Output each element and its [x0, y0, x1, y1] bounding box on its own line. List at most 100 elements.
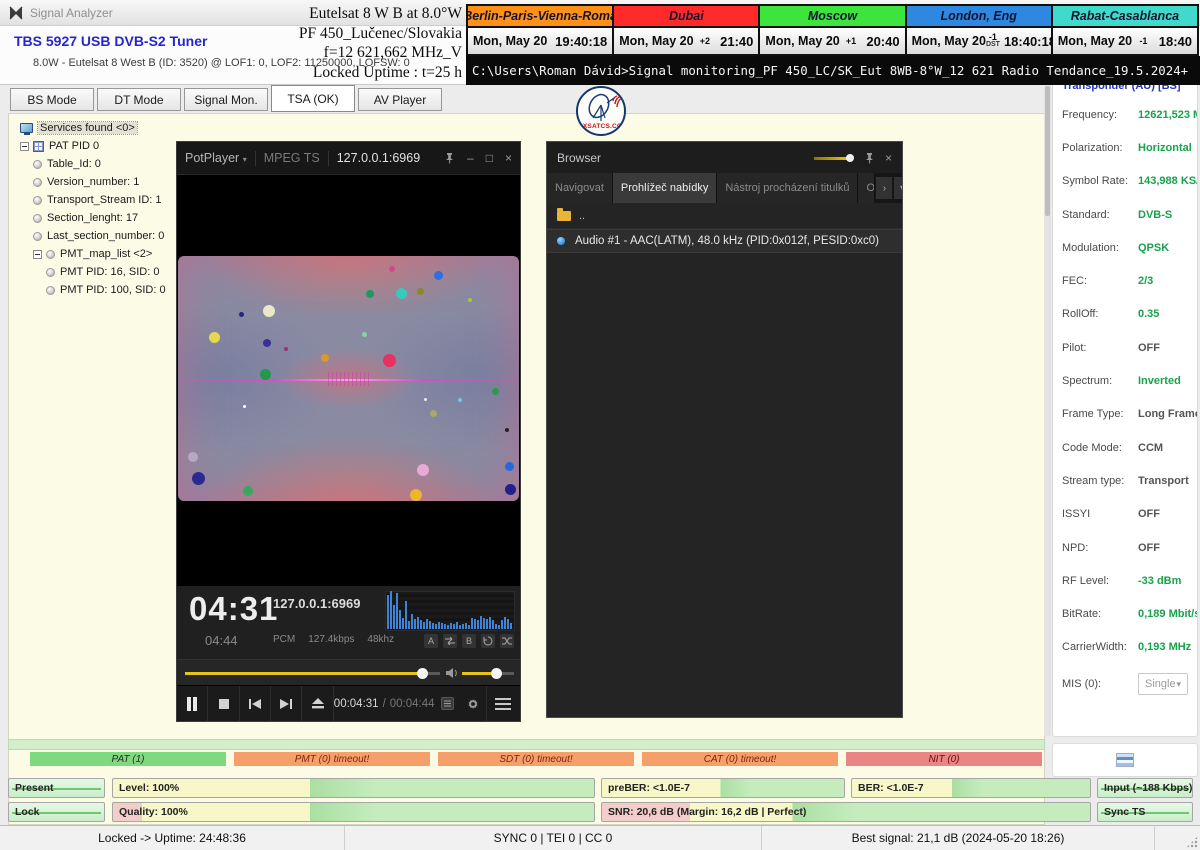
- ab-a-button[interactable]: A: [424, 634, 438, 648]
- folder-path-row[interactable]: ..: [547, 203, 902, 229]
- previous-button[interactable]: [240, 686, 271, 721]
- potplayer-window: PotPlayer ▾ MPEG TS 127.0.0.1:6969 – □ ×…: [176, 141, 521, 722]
- resize-grip[interactable]: [1186, 836, 1198, 848]
- tab-tsa-ok-[interactable]: TSA (OK): [271, 85, 355, 112]
- opacity-slider[interactable]: [814, 153, 854, 163]
- seek-handle[interactable]: [417, 668, 428, 679]
- clock-offset: -1: [1139, 38, 1147, 45]
- menu-button[interactable]: [486, 686, 520, 721]
- settings-gear-button[interactable]: [460, 686, 486, 721]
- scrollbar-thumb[interactable]: [1045, 86, 1050, 216]
- samplerate-label: 48khz: [367, 634, 394, 645]
- panel-scrollbar[interactable]: [1044, 86, 1051, 736]
- close-button[interactable]: ×: [885, 151, 892, 165]
- viz-dot: [243, 405, 246, 408]
- tab-av-player[interactable]: AV Player: [358, 88, 442, 111]
- time-duration: 00:04:44: [390, 698, 435, 710]
- viz-dot: [417, 464, 429, 476]
- tab-signal-mon-[interactable]: Signal Mon.: [184, 88, 268, 111]
- swap-icon[interactable]: [443, 634, 457, 648]
- mis-select[interactable]: Single ▾: [1138, 673, 1188, 695]
- playlist-button[interactable]: [435, 686, 461, 721]
- pin-icon[interactable]: [864, 152, 875, 164]
- terminal-titlebar: C:\Users\Roman Dávid>Signal monitoring_P…: [466, 56, 1200, 85]
- tree-item[interactable]: Table_Id: 0: [20, 155, 166, 173]
- clock-time: 18:40:18: [1000, 34, 1056, 49]
- potplayer-menu[interactable]: PotPlayer ▾: [185, 151, 247, 165]
- transponder-label: Code Mode:: [1062, 442, 1138, 454]
- next-button[interactable]: [271, 686, 302, 721]
- collapse-expander[interactable]: [20, 142, 29, 151]
- transponder-value: 12621,523 MHz: [1138, 109, 1198, 121]
- clock-city: Dubai: [614, 6, 758, 28]
- time-separator: /: [383, 698, 386, 710]
- tree-indent: [20, 236, 33, 237]
- stream-bullet-icon: [557, 237, 565, 245]
- browser-tab-3[interactable]: Nástroj procházení titulků: [717, 173, 858, 203]
- seek-bar-rest[interactable]: [427, 672, 440, 675]
- transponder-row: Standard:DVB-S: [1062, 198, 1188, 231]
- pin-icon[interactable]: [444, 152, 455, 164]
- seek-bar[interactable]: [185, 672, 422, 675]
- status-sync-counters: SYNC 0 | TEI 0 | CC 0: [345, 826, 762, 850]
- browser-titlebar[interactable]: Browser ×: [547, 142, 902, 173]
- tab-list-dropdown-icon[interactable]: ▾: [894, 177, 902, 199]
- browser-tab-4[interactable]: Online Subs: [858, 173, 875, 203]
- potplayer-titlebar[interactable]: PotPlayer ▾ MPEG TS 127.0.0.1:6969 – □ ×: [177, 142, 520, 175]
- tree-item[interactable]: Version_number: 1: [20, 173, 166, 191]
- clock-offset: -1DST: [986, 34, 1000, 48]
- psi-timeout-segment: PMT (0) timeout!: [234, 752, 430, 766]
- volume-icon[interactable]: [446, 667, 459, 679]
- tree-item[interactable]: Transport_Stream ID: 1: [20, 191, 166, 209]
- transponder-label: RollOff:: [1062, 308, 1138, 320]
- browser-tab-2[interactable]: Prohlížeč nabídky: [613, 173, 717, 203]
- repeat-icon[interactable]: [481, 634, 495, 648]
- tree-item[interactable]: Last_section_number: 0: [20, 227, 166, 245]
- transponder-row: RF Level:-33 dBm: [1062, 564, 1188, 597]
- clock-city: London, Eng: [907, 6, 1051, 28]
- close-button[interactable]: ×: [505, 151, 512, 165]
- eject-button[interactable]: [302, 686, 333, 721]
- tree-item[interactable]: PMT_map_list <2>: [20, 245, 166, 263]
- volume-bar-rest[interactable]: [500, 672, 514, 675]
- stop-button[interactable]: [208, 686, 239, 721]
- divider: [328, 151, 329, 166]
- table-view-button[interactable]: [1052, 743, 1198, 777]
- stream-list-item[interactable]: Audio #1 - AAC(LATM), 48.0 kHz (PID:0x01…: [547, 229, 902, 253]
- tree-item[interactable]: Services found <0>: [20, 119, 166, 137]
- audio-visualization: [178, 256, 519, 501]
- transponder-value: -33 dBm: [1138, 575, 1181, 587]
- transponder-row: Polarization:Horizontal: [1062, 131, 1188, 164]
- app-icon: [8, 5, 24, 21]
- tree-item[interactable]: PMT PID: 16, SID: 0: [20, 263, 166, 281]
- transponder-value: 143,988 KS/s: [1138, 175, 1198, 187]
- ab-b-button[interactable]: B: [462, 634, 476, 648]
- tab-bs-mode[interactable]: BS Mode: [10, 88, 94, 111]
- minimize-button[interactable]: –: [467, 151, 474, 165]
- transponder-label: NPD:: [1062, 542, 1138, 554]
- tree-item[interactable]: PAT PID 0: [20, 137, 166, 155]
- transponder-label: BitRate:: [1062, 608, 1138, 620]
- clock-3: MoscowMon, May 20+120:40: [760, 6, 906, 54]
- node-bullet-icon: [33, 196, 42, 205]
- volume-handle[interactable]: [491, 668, 502, 679]
- viz-dot: [260, 369, 271, 380]
- viz-dot: [468, 298, 472, 302]
- tab-dt-mode[interactable]: DT Mode: [97, 88, 181, 111]
- tree-item[interactable]: PMT PID: 100, SID: 0: [20, 281, 166, 299]
- clock-date: Mon, May 20: [619, 34, 693, 48]
- clock-offset: +1: [846, 38, 856, 45]
- tree-item[interactable]: Section_lenght: 17: [20, 209, 166, 227]
- maximize-button[interactable]: □: [486, 151, 493, 165]
- tree-item-label: Services found <0>: [38, 122, 137, 134]
- tab-scroll-right-icon[interactable]: ›: [876, 177, 892, 199]
- parent-dir-item[interactable]: ..: [579, 210, 585, 222]
- pause-button[interactable]: [177, 686, 208, 721]
- browser-tab-1[interactable]: Navigovat: [547, 173, 613, 203]
- offset-value: -1: [1139, 38, 1147, 45]
- collapse-expander[interactable]: [33, 250, 42, 259]
- transponder-rows: Frequency:12621,523 MHzPolarization:Hori…: [1062, 98, 1188, 664]
- video-area[interactable]: [177, 175, 520, 586]
- viz-dot: [321, 354, 329, 362]
- shuffle-icon[interactable]: [500, 634, 514, 648]
